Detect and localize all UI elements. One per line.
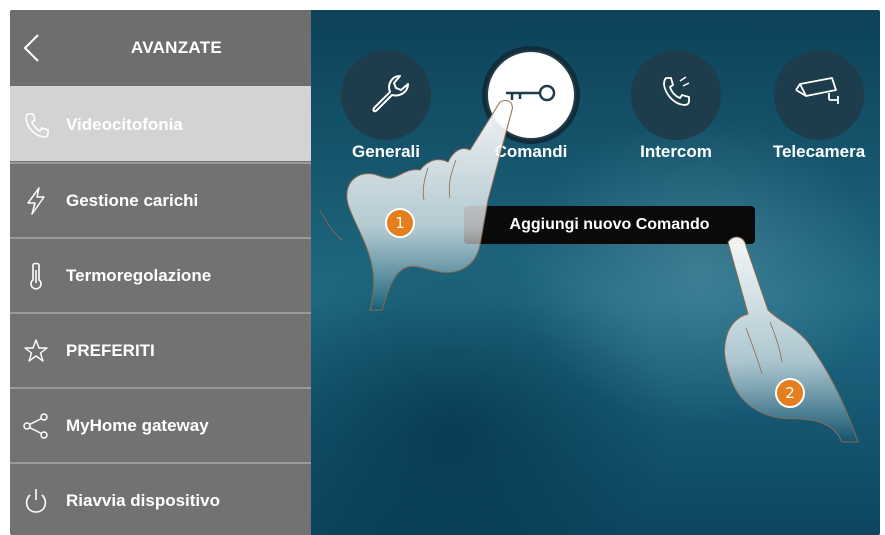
category-intercom-button[interactable]: [631, 50, 721, 140]
phone-handset-icon: [663, 76, 690, 106]
security-camera-icon: [795, 77, 839, 104]
main-panel: Generali Comandi Intercom Telecamera Agg…: [311, 10, 880, 535]
category-intercom-label: Intercom: [640, 142, 712, 161]
sidebar-item-termoregolazione[interactable]: Termoregolazione: [10, 237, 311, 312]
sidebar: AVANZATE Videocitofonia Gestione carichi…: [10, 10, 311, 535]
sidebar-item-label: Gestione carichi: [66, 191, 199, 210]
sidebar-item-gestione-carichi[interactable]: Gestione carichi: [10, 162, 311, 237]
screen: AVANZATE Videocitofonia Gestione carichi…: [10, 10, 880, 535]
step-2-badge: 2: [775, 378, 805, 408]
key-icon: [506, 84, 556, 102]
sidebar-title: AVANZATE: [130, 38, 223, 57]
thermometer-icon: [30, 262, 42, 290]
sidebar-item-preferiti[interactable]: PREFERITI: [10, 312, 311, 387]
sidebar-item-myhome-gateway[interactable]: MyHome gateway: [10, 387, 311, 462]
sidebar-item-label: Termoregolazione: [66, 266, 212, 285]
star-icon: [24, 339, 48, 362]
sidebar-item-videocitofonia[interactable]: Videocitofonia: [10, 86, 311, 161]
sidebar-item-riavvia-dispositivo[interactable]: Riavvia dispositivo: [10, 462, 311, 535]
sidebar-item-label: PREFERITI: [66, 341, 155, 360]
back-arrow-icon[interactable]: [18, 32, 46, 64]
sidebar-item-label: MyHome gateway: [66, 416, 209, 435]
sidebar-item-label: Riavvia dispositivo: [66, 491, 220, 510]
add-new-command-tooltip[interactable]: Aggiungi nuovo Comando: [464, 206, 755, 244]
lightning-icon: [27, 187, 45, 215]
category-generali-button[interactable]: [341, 50, 431, 140]
share-icon: [23, 413, 48, 439]
sidebar-header: AVANZATE: [10, 10, 311, 86]
category-telecamera-label: Telecamera: [772, 142, 866, 161]
wrench-icon: [372, 75, 409, 113]
category-comandi-label: Comandi: [494, 142, 568, 161]
phone-handset-icon: [25, 113, 49, 138]
sidebar-item-label: Videocitofonia: [66, 115, 183, 134]
step-1-badge: 1: [385, 208, 415, 238]
category-comandi-button[interactable]: [486, 50, 576, 140]
category-telecamera-button[interactable]: [774, 50, 864, 140]
category-generali-label: Generali: [351, 142, 421, 161]
power-icon: [25, 489, 47, 513]
